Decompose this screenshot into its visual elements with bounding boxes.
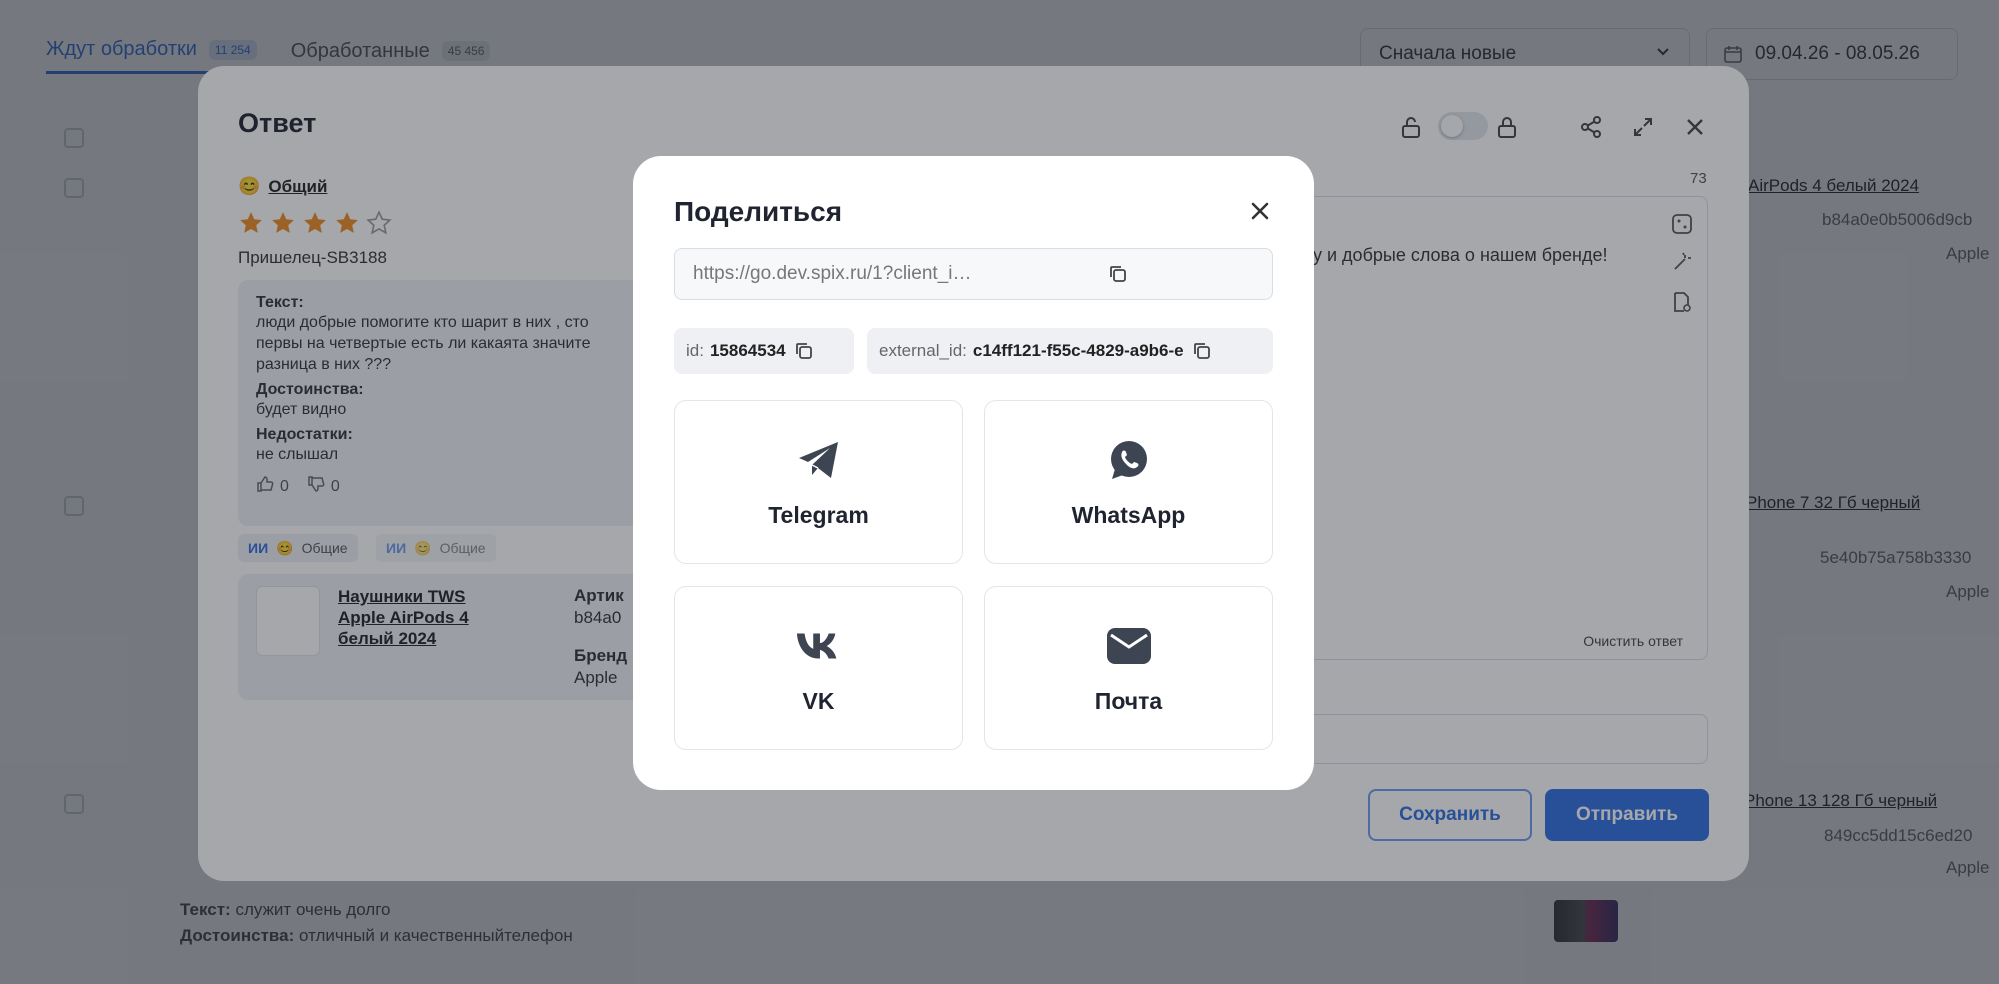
copy-icon[interactable]: [792, 339, 816, 363]
share-vk-button[interactable]: VK: [674, 586, 963, 750]
telegram-label: Telegram: [768, 501, 869, 528]
external-id-label: external_id:: [879, 341, 967, 360]
mail-icon: [1105, 622, 1153, 670]
close-share-button[interactable]: [1243, 196, 1277, 230]
close-icon: [1250, 201, 1270, 226]
copy-icon[interactable]: [1190, 339, 1214, 363]
id-label: id:: [686, 341, 704, 360]
external-id-field: external_id: c14ff121-f55c-4829-a9b6-e: [867, 328, 1273, 374]
id-field: id: 15864534: [674, 328, 854, 374]
share-whatsapp-button[interactable]: WhatsApp: [984, 400, 1273, 564]
external-id-value: c14ff121-f55c-4829-a9b6-e: [972, 341, 1184, 360]
whatsapp-icon: [1105, 436, 1153, 484]
share-modal: Поделиться https://go.dev.spix.ru/1?clie…: [633, 156, 1314, 790]
whatsapp-label: WhatsApp: [1071, 501, 1186, 528]
vk-icon: [795, 622, 843, 670]
share-telegram-button[interactable]: Telegram: [674, 400, 963, 564]
share-mail-button[interactable]: Почта: [984, 586, 1273, 750]
telegram-icon: [795, 436, 843, 484]
share-url-field[interactable]: https://go.dev.spix.ru/1?client_id=2957&…: [674, 248, 1273, 300]
share-url: https://go.dev.spix.ru/1?client_id=2957&…: [693, 263, 977, 284]
mail-label: Почта: [1094, 687, 1163, 714]
id-value: 15864534: [709, 341, 786, 360]
vk-label: VK: [802, 687, 835, 714]
share-modal-title: Поделиться: [674, 196, 843, 227]
copy-icon[interactable]: [977, 262, 1261, 286]
